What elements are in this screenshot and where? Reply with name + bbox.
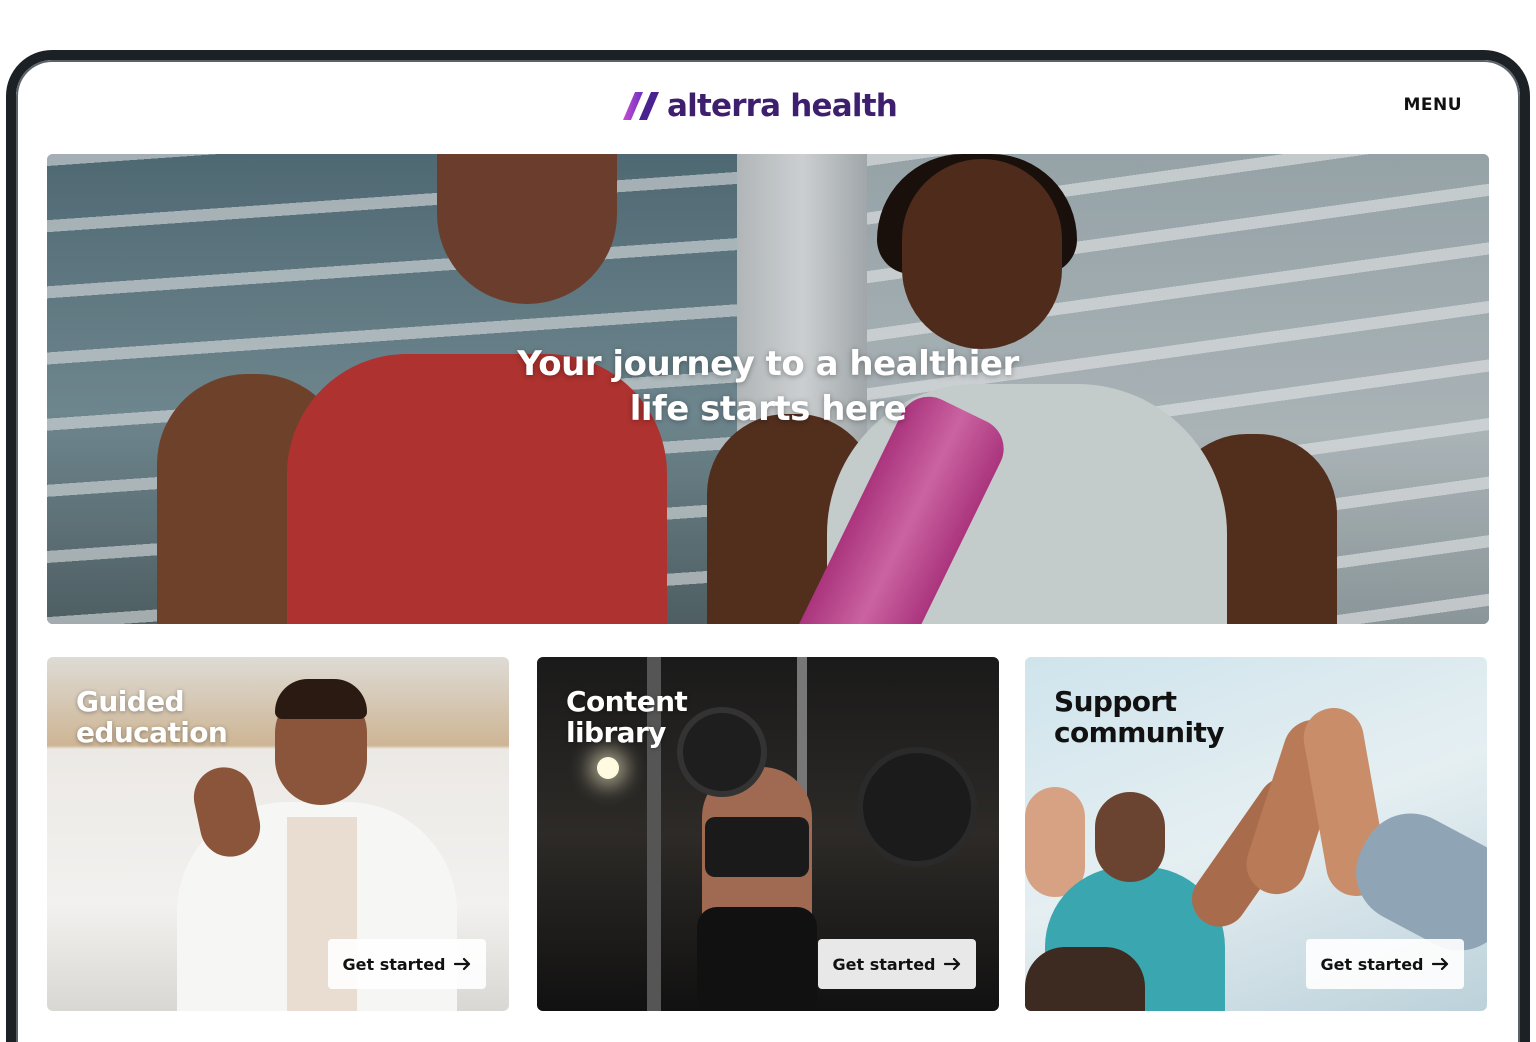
hero-title: Your journey to a healthier life starts … (47, 342, 1489, 432)
logo-wordmark: alterra health (667, 88, 898, 124)
get-started-label: Get started (342, 954, 446, 974)
community-person-bottom (1025, 947, 1145, 1011)
card-content-library[interactable]: Content library Get started (537, 657, 999, 1011)
site-header: alterra health MENU (16, 60, 1520, 154)
arrow-right-icon (943, 957, 960, 971)
get-started-button[interactable]: Get started (1306, 939, 1464, 989)
card-support-community[interactable]: Support community Get started (1025, 657, 1487, 1011)
card-guided-education[interactable]: Guided education Get started (47, 657, 509, 1011)
arrow-right-icon (1431, 957, 1448, 971)
hero-title-line-2: life starts here (629, 389, 907, 429)
community-man-head (1095, 792, 1165, 882)
card-title-line-2: education (76, 716, 228, 749)
get-started-label: Get started (1320, 954, 1424, 974)
gym-barbell-plate (677, 707, 767, 797)
menu-button[interactable]: MENU (1403, 95, 1462, 115)
gym-woman-top (705, 817, 809, 877)
get-started-button[interactable]: Get started (818, 939, 976, 989)
card-title: Support community (1054, 686, 1224, 748)
doctor-hair (275, 679, 367, 719)
gym-woman-leggings (697, 907, 817, 1011)
card-title-line-1: Content (566, 685, 688, 718)
hero-title-line-1: Your journey to a healthier (517, 344, 1019, 384)
tablet-frame: alterra health MENU Your journey to a he… (6, 50, 1530, 1042)
card-title-line-2: community (1054, 716, 1224, 749)
arrow-right-icon (453, 957, 470, 971)
card-title: Guided education (76, 685, 228, 749)
brand-logo[interactable]: alterra health (621, 86, 898, 126)
logo-mark-icon (623, 92, 659, 120)
card-title-line-1: Guided (76, 685, 185, 718)
card-title-line-1: Support (1054, 685, 1177, 718)
card-title: Content library (566, 685, 688, 749)
hero-banner: Your journey to a healthier life starts … (47, 154, 1489, 624)
get-started-label: Get started (832, 954, 936, 974)
gym-light (597, 757, 619, 779)
get-started-button[interactable]: Get started (328, 939, 486, 989)
card-title-line-2: library (566, 716, 666, 749)
community-man-left (1025, 787, 1085, 897)
gym-weight-plate (857, 747, 977, 867)
